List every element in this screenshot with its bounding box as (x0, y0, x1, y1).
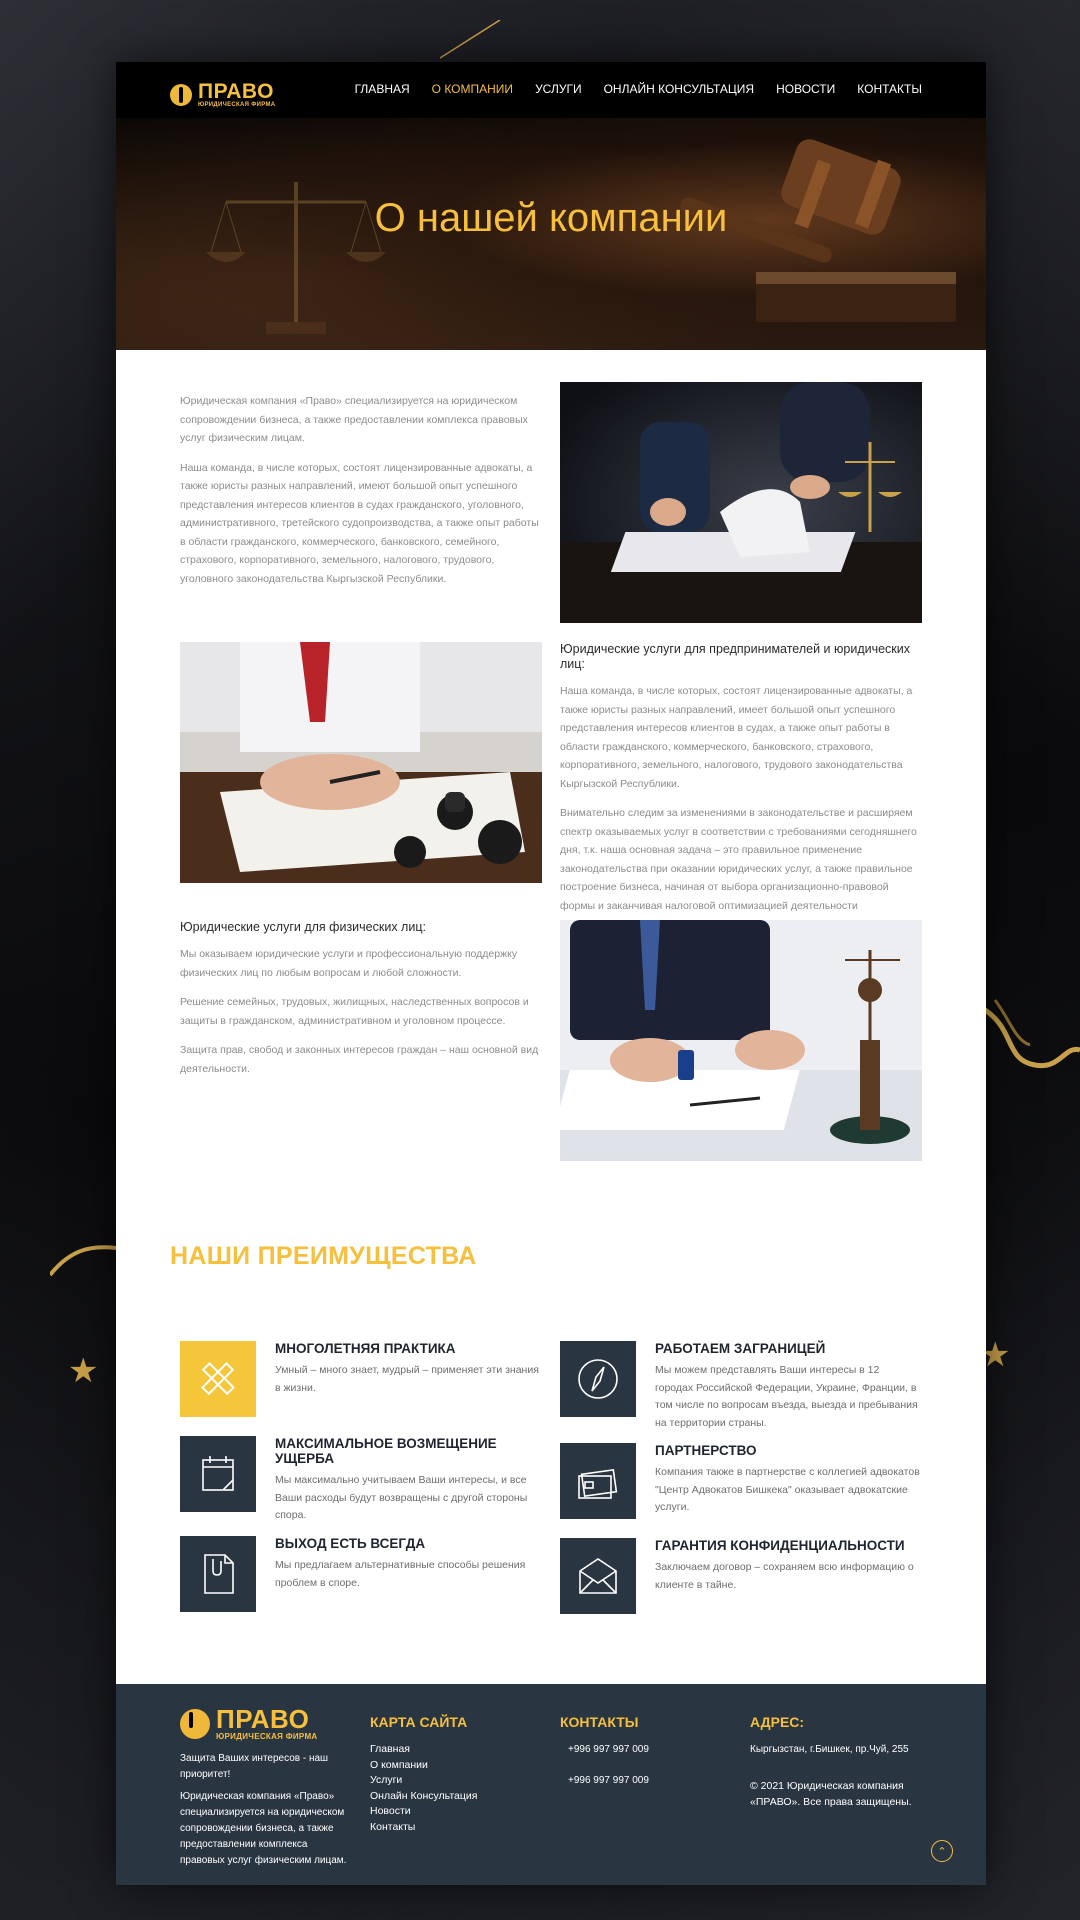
advantages-title: НАШИ ПРЕИМУЩЕСТВА (170, 1242, 477, 1270)
compass-icon (560, 1341, 636, 1417)
sitemap-link-contacts[interactable]: Контакты (370, 1820, 477, 1836)
about-text: Юридическая компания «Право» специализир… (180, 392, 540, 599)
star-icon: ★ (68, 1352, 99, 1390)
footer-about-text: Юридическая компания «Право» специализир… (180, 1791, 347, 1866)
business-paragraph: Наша команда, в числе которых, состоят л… (560, 685, 913, 790)
about-paragraph: Юридическая компания «Право» специализир… (180, 395, 528, 444)
envelope-icon (560, 1538, 636, 1614)
advantage-title: МНОГОЛЕТНЯЯ ПРАКТИКА (275, 1341, 456, 1356)
advantage-text: Мы можем представлять Ваши интересы в 12… (655, 1364, 918, 1429)
gold-line-top (440, 20, 501, 59)
footer-about: ПРАВО ЮРИДИЧЕСКАЯ ФИРМА Защита Ваших инт… (180, 1706, 355, 1869)
logo-title: ПРАВО (198, 80, 274, 103)
phone-link[interactable]: +996 997 997 009 (568, 1773, 649, 1789)
main-nav: ГЛАВНАЯ О КОМПАНИИ УСЛУГИ ОНЛАЙН КОНСУЛЬ… (355, 82, 922, 96)
themis-logo-icon (170, 84, 192, 106)
chevron-up-icon[interactable]: ⌃ (931, 1840, 953, 1862)
sitemap-title: КАРТА САЙТА (370, 1714, 468, 1730)
sitemap-link-consultation[interactable]: Онлайн Консультация (370, 1789, 477, 1805)
advantage-title: ПАРТНЕРСТВО (655, 1443, 757, 1458)
sitemap-link-home[interactable]: Главная (370, 1742, 477, 1758)
sitemap-link-news[interactable]: Новости (370, 1804, 477, 1820)
business-heading: Юридические услуги для предпринимателей … (560, 642, 911, 671)
hero-banner: ПРАВО ЮРИДИЧЕСКАЯ ФИРМА ГЛАВНАЯ О КОМПАН… (116, 62, 986, 350)
address-text: Кыргызстан, г.Бишкек, пр.Чуй, 255 (750, 1744, 909, 1755)
footer-sitemap: КАРТА САЙТА Главная О компании Услуги Он… (370, 1714, 477, 1835)
themis-logo-icon (180, 1708, 210, 1739)
business-paragraph: Внимательно следим за изменениями в зако… (560, 807, 917, 930)
advantage-title: РАБОТАЕМ ЗАГРАНИЦЕЙ (655, 1341, 826, 1356)
nav-contacts[interactable]: КОНТАКТЫ (857, 82, 922, 96)
nav-home[interactable]: ГЛАВНАЯ (355, 82, 410, 96)
logo-title: ПРАВО (216, 1704, 310, 1734)
advantage-text: Компания также в партнерстве с коллегией… (655, 1466, 920, 1513)
logo-subtitle: ЮРИДИЧЕСКАЯ ФИРМА (216, 1732, 318, 1741)
gold-ribbon-left (50, 1245, 117, 1277)
logo-subtitle: ЮРИДИЧЕСКАЯ ФИРМА (198, 102, 276, 108)
business-services: Юридические услуги для предпринимателей … (560, 642, 924, 945)
nav-services[interactable]: УСЛУГИ (535, 82, 582, 96)
individual-services: Юридические услуги для физических лиц: М… (180, 920, 540, 1089)
advantage-text: Умный – много знает, мудрый – применяет … (275, 1364, 539, 1394)
advantage-title: ГАРАНТИЯ КОНФИДЕНЦИАЛЬНОСТИ (655, 1538, 905, 1553)
individuals-paragraph: Мы оказываем юридические услуги и профес… (180, 948, 518, 979)
individuals-paragraph: Решение семейных, трудовых, жилищных, на… (180, 996, 529, 1027)
footer-address: АДРЕС: Кыргызстан, г.Бишкек, пр.Чуй, 255… (750, 1714, 930, 1810)
advantage-text: Заключаем договор – сохраняем всю информ… (655, 1561, 914, 1591)
advantage-title: ВЫХОД ЕСТЬ ВСЕГДА (275, 1536, 426, 1551)
cards-icon (560, 1443, 636, 1519)
advantage-text: Мы предлагаем альтернативные способы реш… (275, 1559, 526, 1589)
individuals-heading: Юридические услуги для физических лиц: (180, 920, 426, 934)
about-paragraph: Наша команда, в числе которых, состоят л… (180, 461, 539, 585)
nav-about[interactable]: О КОМПАНИИ (432, 82, 513, 96)
advantage-title: МАКСИМАЛЬНОЕ ВОЗМЕЩЕНИЕ УЩЕРБА (275, 1436, 497, 1466)
tools-icon (180, 1341, 256, 1417)
page-title: О нашей компании (374, 196, 728, 240)
advantage-text: Мы максимально учитываем Ваши интересы, … (275, 1474, 528, 1521)
top-navbar: ПРАВО ЮРИДИЧЕСКАЯ ФИРМА ГЛАВНАЯ О КОМПАН… (116, 62, 986, 118)
footer-motto: Защита Ваших интересов - наш приоритет! (180, 1753, 329, 1780)
footer-contacts: КОНТАКТЫ +996 997 997 009 +996 997 997 0… (560, 1714, 649, 1788)
photo-writing-contract (180, 642, 542, 883)
copyright-text: © 2021 Юридическая компания «ПРАВО». Все… (750, 1780, 912, 1808)
footer-logo[interactable]: ПРАВО ЮРИДИЧЕСКАЯ ФИРМА (180, 1706, 355, 1741)
document-icon (180, 1536, 256, 1612)
photo-stamp-and-themis (560, 920, 922, 1161)
scales-illustration (206, 182, 386, 334)
nav-news[interactable]: НОВОСТИ (776, 82, 835, 96)
calendar-icon (180, 1436, 256, 1512)
sitemap-link-services[interactable]: Услуги (370, 1773, 477, 1789)
address-title: АДРЕС: (750, 1714, 805, 1730)
contacts-title: КОНТАКТЫ (560, 1714, 639, 1730)
individuals-paragraph: Защита прав, свобод и законных интересов… (180, 1044, 539, 1075)
footer: ПРАВО ЮРИДИЧЕСКАЯ ФИРМА Защита Ваших инт… (116, 1684, 986, 1885)
gold-ribbon-right (985, 999, 1080, 1069)
phone-link[interactable]: +996 997 997 009 (568, 1742, 649, 1758)
nav-online-consultation[interactable]: ОНЛАЙН КОНСУЛЬТАЦИЯ (604, 82, 755, 96)
photo-signing-documents (560, 382, 922, 623)
page-container: ПРАВО ЮРИДИЧЕСКАЯ ФИРМА ГЛАВНАЯ О КОМПАН… (116, 62, 986, 1885)
sitemap-link-about[interactable]: О компании (370, 1758, 477, 1774)
logo[interactable]: ПРАВО ЮРИДИЧЕСКАЯ ФИРМА (170, 80, 276, 108)
